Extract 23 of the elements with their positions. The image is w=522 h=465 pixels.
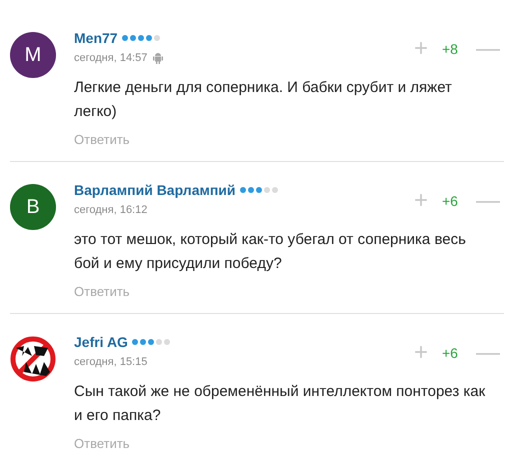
comment-time: сегодня, 15:15	[74, 356, 148, 368]
vote-score: +8	[442, 41, 459, 57]
reply-link[interactable]: Ответить	[74, 436, 130, 451]
vote-score: +6	[442, 193, 459, 209]
author-name[interactable]: Варлампий Варлампий	[74, 182, 236, 198]
vote-score: +6	[442, 345, 459, 361]
downvote-button[interactable]: —	[472, 189, 504, 213]
upvote-button[interactable]: +	[410, 37, 432, 61]
avatar: В	[10, 184, 56, 230]
comment-time: сегодня, 16:12	[74, 204, 148, 216]
comment-text: Легкие деньги для соперника. И бабки срубит и ляжет легко)	[74, 78, 453, 122]
comment-text: Сын такой же не обременённый интеллектом понторез как и его папка?	[74, 382, 486, 426]
comment-time: сегодня, 14:57	[74, 52, 148, 64]
reply-link[interactable]: Ответить	[74, 132, 130, 147]
downvote-button[interactable]: —	[472, 37, 504, 61]
comment-text: это тот мешок, который как-то убегал от соперника весь бой и ему присудили победу?	[74, 230, 467, 274]
downvote-button[interactable]: —	[472, 341, 504, 365]
author-name[interactable]: Jefri AG	[74, 334, 128, 350]
upvote-button[interactable]: +	[410, 341, 432, 365]
author-name[interactable]: Men77	[74, 30, 118, 46]
reply-link[interactable]: Ответить	[74, 284, 130, 299]
avatar: M	[10, 32, 56, 78]
upvote-button[interactable]: +	[410, 189, 432, 213]
